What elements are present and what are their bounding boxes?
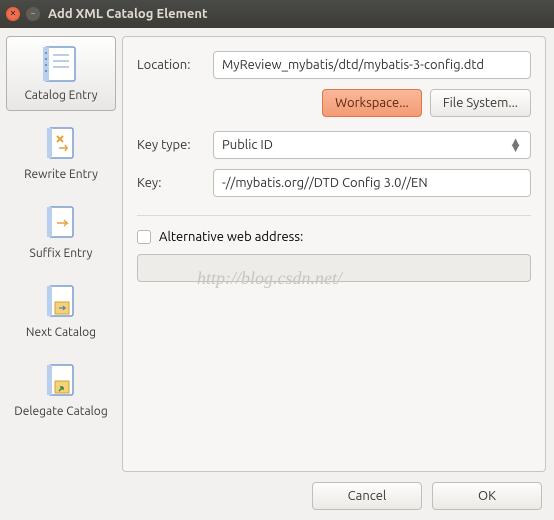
keytype-label: Key type: bbox=[137, 138, 213, 152]
sidebar-item-label: Suffix Entry bbox=[30, 247, 93, 260]
location-input[interactable] bbox=[213, 51, 531, 79]
window-title: Add XML Catalog Element bbox=[48, 7, 208, 21]
keytype-select[interactable]: Public ID ▲▼ bbox=[213, 131, 531, 159]
ok-button[interactable]: OK bbox=[432, 482, 542, 510]
key-input[interactable] bbox=[213, 169, 531, 197]
rewrite-entry-icon bbox=[39, 122, 83, 164]
cancel-button[interactable]: Cancel bbox=[312, 482, 422, 510]
location-label: Location: bbox=[137, 58, 213, 72]
sidebar-item-catalog-entry[interactable]: Catalog Entry bbox=[6, 36, 116, 111]
alt-address-input bbox=[137, 254, 531, 282]
catalog-entry-icon bbox=[39, 43, 83, 85]
sidebar-item-label: Next Catalog bbox=[26, 326, 96, 339]
sidebar-item-label: Catalog Entry bbox=[24, 89, 97, 102]
close-button[interactable]: ✕ bbox=[6, 7, 20, 21]
minimize-button[interactable]: – bbox=[26, 7, 40, 21]
minimize-icon: – bbox=[31, 10, 35, 18]
delegate-catalog-icon bbox=[39, 359, 83, 401]
sidebar-item-label: Delegate Catalog bbox=[14, 405, 107, 418]
stepper-icon: ▲▼ bbox=[509, 139, 522, 151]
window-controls: ✕ – bbox=[6, 7, 40, 21]
alt-address-label: Alternative web address: bbox=[159, 230, 303, 244]
workspace-button[interactable]: Workspace... bbox=[322, 89, 422, 117]
suffix-entry-icon bbox=[39, 201, 83, 243]
sidebar-item-suffix-entry[interactable]: Suffix Entry bbox=[6, 194, 116, 269]
sidebar-item-rewrite-entry[interactable]: Rewrite Entry bbox=[6, 115, 116, 190]
main-panel: Location: Workspace... File System... Ke… bbox=[122, 36, 546, 472]
sidebar-item-next-catalog[interactable]: Next Catalog bbox=[6, 273, 116, 348]
close-icon: ✕ bbox=[10, 10, 17, 18]
file-system-button[interactable]: File System... bbox=[430, 89, 531, 117]
next-catalog-icon bbox=[39, 280, 83, 322]
dialog-content: Catalog Entry Rewrite Entry Suffix Entry… bbox=[0, 28, 554, 472]
sidebar: Catalog Entry Rewrite Entry Suffix Entry… bbox=[0, 28, 122, 472]
dialog-footer: Cancel OK bbox=[0, 472, 554, 520]
sidebar-item-label: Rewrite Entry bbox=[24, 168, 98, 181]
key-label: Key: bbox=[137, 176, 213, 190]
title-bar: ✕ – Add XML Catalog Element bbox=[0, 0, 554, 28]
sidebar-item-delegate-catalog[interactable]: Delegate Catalog bbox=[6, 352, 116, 427]
alt-address-checkbox[interactable] bbox=[137, 230, 151, 244]
keytype-value: Public ID bbox=[222, 138, 273, 152]
